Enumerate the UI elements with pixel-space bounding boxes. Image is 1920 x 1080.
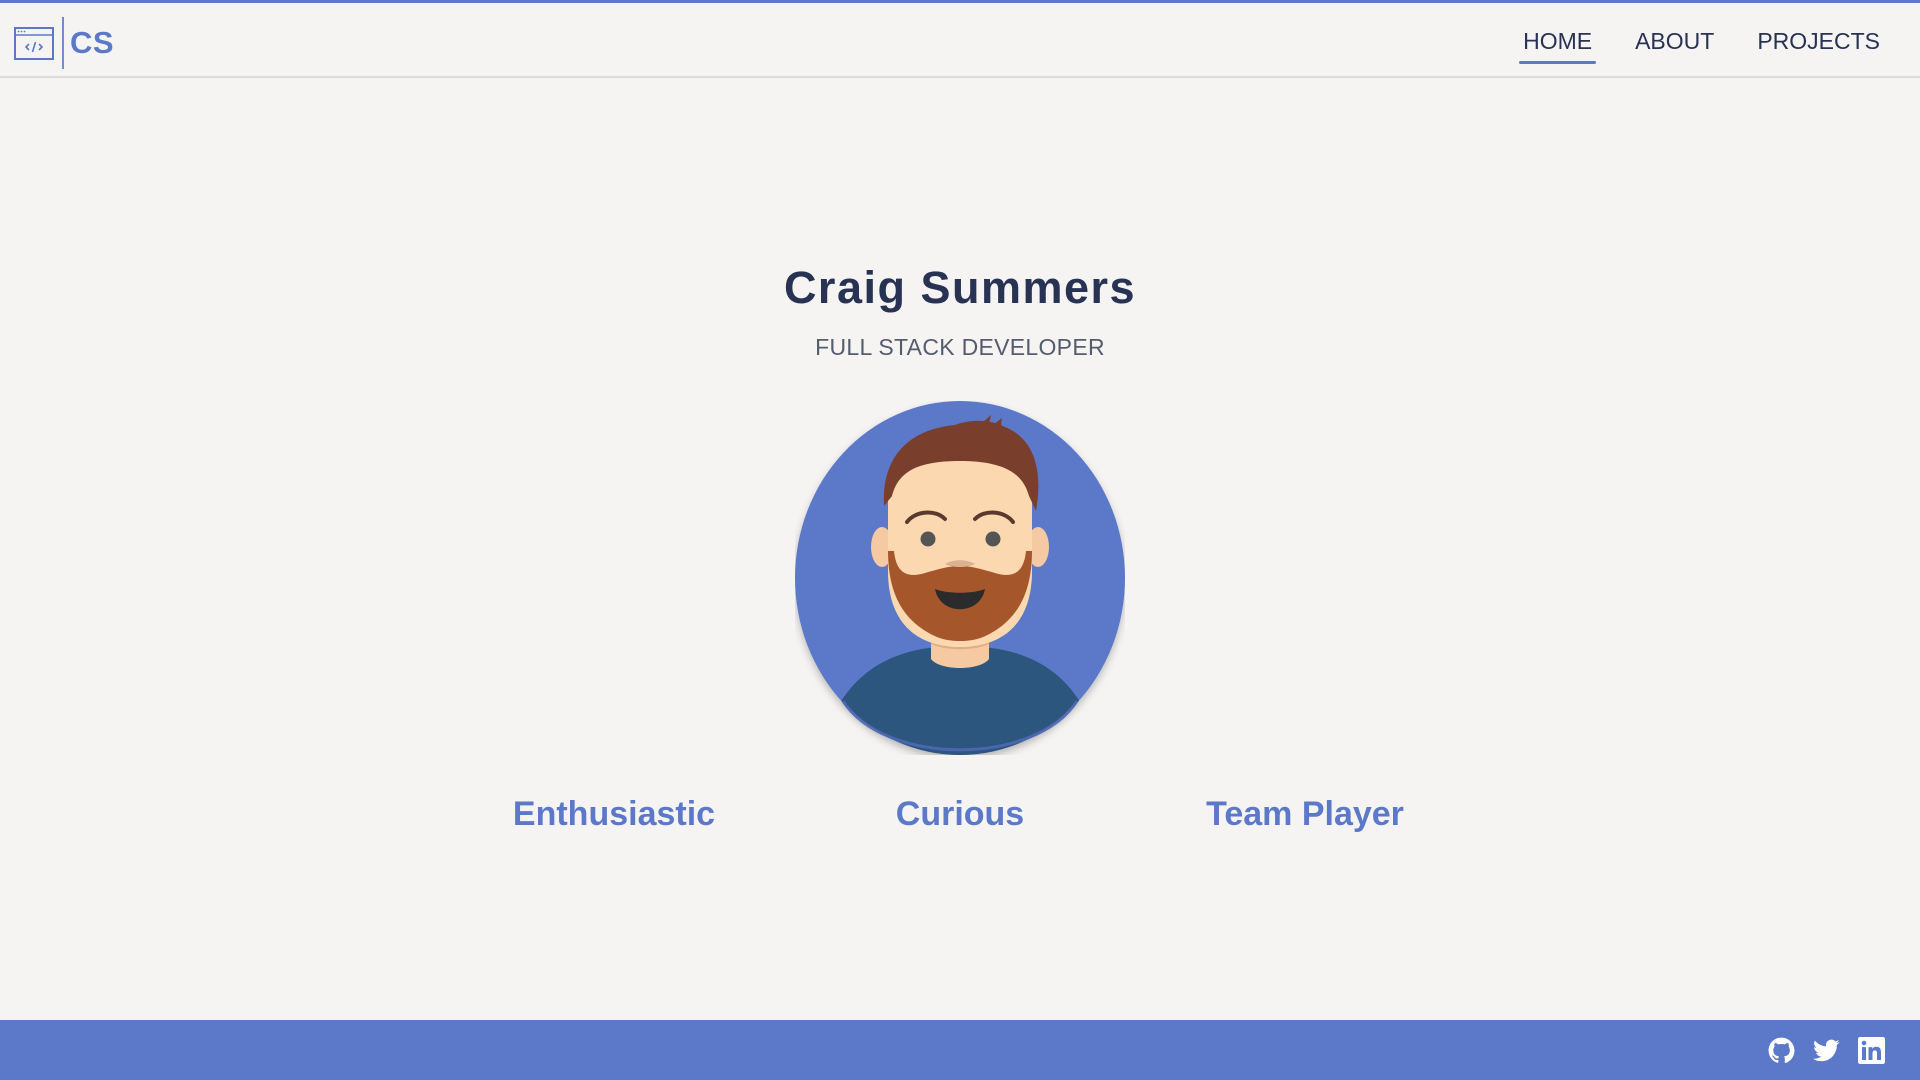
nav-about[interactable]: ABOUT xyxy=(1631,26,1718,61)
github-icon xyxy=(1768,1037,1795,1063)
logo-text[interactable]: CS xyxy=(70,25,114,61)
traits: Enthusiastic Curious Team Player xyxy=(0,795,1920,843)
avatar xyxy=(795,401,1125,755)
site-header: CS HOME ABOUT PROJECTS xyxy=(0,0,1920,78)
linkedin-link[interactable] xyxy=(1858,1037,1885,1064)
logo[interactable]: CS xyxy=(14,17,114,69)
linkedin-icon xyxy=(1858,1037,1885,1064)
hero-name: Craig Summers xyxy=(783,262,1137,313)
code-window-icon xyxy=(14,26,54,60)
twitter-icon xyxy=(1813,1039,1840,1062)
page: CS HOME ABOUT PROJECTS Craig Summers FUL… xyxy=(0,0,1920,1080)
nav-home[interactable]: HOME xyxy=(1519,26,1597,64)
trait-team-player: Team Player xyxy=(1206,795,1404,833)
logo-divider xyxy=(62,17,64,69)
site-footer xyxy=(0,1020,1920,1080)
github-link[interactable] xyxy=(1768,1037,1795,1064)
trait-enthusiastic: Enthusiastic xyxy=(512,795,716,833)
trait-curious: Curious xyxy=(895,795,1025,833)
bearded-man-avatar xyxy=(795,401,1125,755)
twitter-link[interactable] xyxy=(1813,1037,1840,1064)
hero-role: FULL STACK DEVELOPER xyxy=(815,334,1105,360)
social-links xyxy=(1750,1037,1885,1064)
nav-projects[interactable]: PROJECTS xyxy=(1753,26,1884,61)
main-nav: HOME ABOUT PROJECTS xyxy=(1484,26,1884,64)
